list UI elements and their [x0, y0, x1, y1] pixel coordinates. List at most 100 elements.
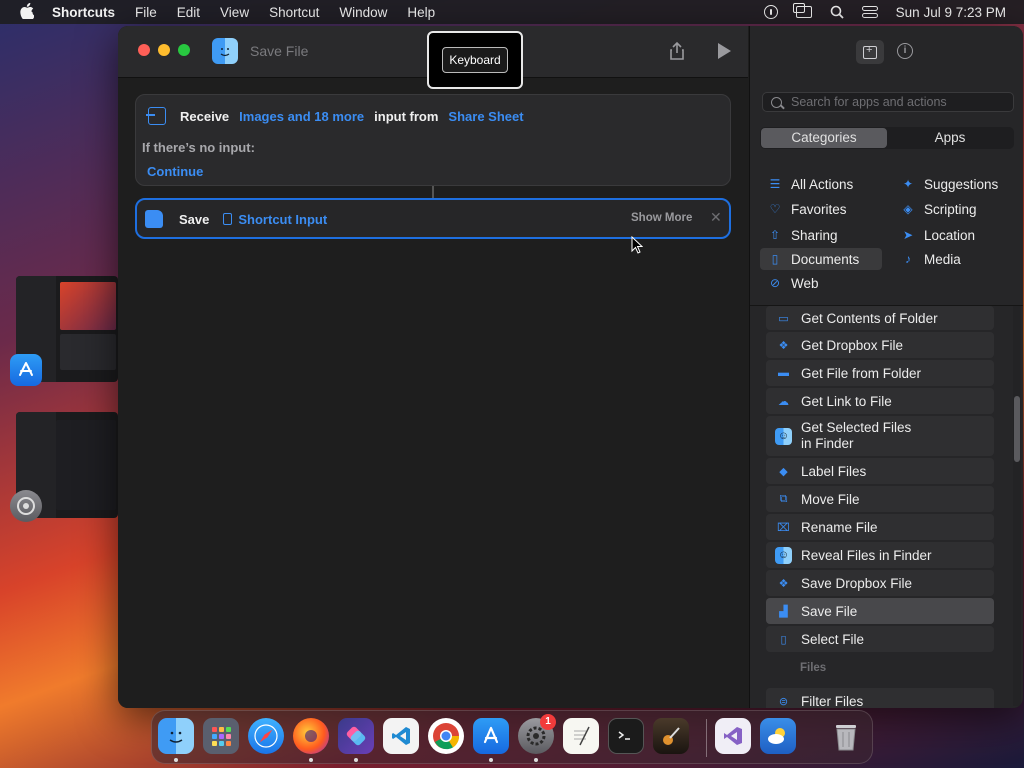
dock-separator — [706, 719, 707, 757]
receive-input-action[interactable]: Receive Images and 18 more input from Sh… — [135, 94, 731, 186]
dock-visual-studio[interactable] — [715, 718, 751, 754]
category-documents[interactable]: ▯ Documents — [760, 248, 882, 270]
cloud-icon: ☁ — [778, 395, 789, 408]
dock-system-settings[interactable]: 1 — [518, 714, 556, 754]
category-label: Media — [924, 251, 961, 267]
notification-badge: 1 — [540, 714, 556, 730]
action-label: Get Link to File — [801, 393, 892, 409]
category-web[interactable]: ⊘ Web — [760, 272, 819, 294]
dock-safari[interactable] — [248, 718, 284, 754]
menu-shortcut[interactable]: Shortcut — [269, 5, 319, 20]
dock-weather[interactable] — [760, 718, 796, 754]
action-label-files[interactable]: ◆ Label Files — [766, 458, 994, 484]
library-toolbar: i — [750, 26, 1023, 78]
share-icon[interactable] — [668, 41, 686, 61]
action-search-input[interactable] — [791, 95, 1001, 109]
zoom-window-button[interactable] — [178, 44, 190, 56]
action-select-file[interactable]: ▯ Select File — [766, 626, 994, 652]
action-get-dropbox-file[interactable]: ❖ Get Dropbox File — [766, 332, 994, 358]
dock-firefox[interactable] — [293, 718, 329, 754]
save-file-action[interactable]: Save Shortcut Input Show More ✕ — [135, 198, 731, 239]
shortcut-input-label: Shortcut Input — [238, 211, 328, 227]
document-icon: ▯ — [780, 633, 787, 646]
minimize-window-button[interactable] — [158, 44, 170, 56]
category-favorites[interactable]: ♡ Favorites — [760, 198, 847, 220]
action-save-dropbox-file[interactable]: ❖ Save Dropbox File — [766, 570, 994, 596]
action-label: Save Dropbox File — [801, 575, 913, 591]
control-center-icon[interactable] — [861, 6, 878, 18]
action-label: Label Files — [801, 463, 867, 479]
action-get-file-from-folder[interactable]: ▬ Get File from Folder — [766, 360, 994, 386]
dock-chrome[interactable] — [428, 718, 464, 754]
menu-clock[interactable]: Sun Jul 9 7:23 PM — [896, 5, 1006, 20]
menu-edit[interactable]: Edit — [177, 5, 200, 20]
category-scripting[interactable]: ◈ Scripting — [893, 198, 976, 220]
action-get-link-to-file[interactable]: ☁ Get Link to File — [766, 388, 994, 414]
category-sharing[interactable]: ⇧ Sharing — [760, 224, 838, 246]
shortcut-input-variable[interactable]: Shortcut Input — [223, 212, 327, 227]
dock-trash[interactable] — [828, 718, 864, 754]
action-rename-file[interactable]: ⌧ Rename File — [766, 514, 994, 540]
menu-help[interactable]: Help — [407, 5, 435, 20]
category-label: Favorites — [791, 201, 847, 217]
info-icon[interactable]: i — [897, 43, 913, 59]
compass-icon: ⊘ — [769, 276, 781, 290]
scrollbar-thumb[interactable] — [1014, 396, 1020, 462]
apple-menu-icon[interactable] — [18, 2, 36, 22]
category-label: Web — [791, 275, 819, 291]
dock-finder[interactable] — [158, 718, 194, 754]
dock-garageband[interactable] — [653, 718, 689, 754]
action-get-contents-of-folder[interactable]: ▭ Get Contents of Folder — [766, 306, 994, 330]
tab-categories[interactable]: Categories — [761, 128, 887, 148]
category-media[interactable]: ♪ Media — [893, 248, 961, 270]
tab-apps[interactable]: Apps — [887, 128, 1013, 148]
menu-app-name[interactable]: Shortcuts — [52, 5, 115, 20]
system-settings-thumbnail-icon[interactable] — [10, 490, 42, 522]
dock-terminal[interactable] — [608, 718, 644, 754]
running-indicator — [534, 758, 538, 762]
save-action-label: Save — [179, 211, 210, 227]
running-indicator — [174, 758, 178, 762]
accessibility-icon[interactable] — [763, 5, 778, 19]
sparkle-icon: ✦ — [902, 177, 914, 191]
no-input-continue-token[interactable]: Continue — [147, 164, 203, 179]
close-window-button[interactable] — [138, 44, 150, 56]
action-list-scrollbar[interactable] — [1013, 306, 1021, 706]
running-indicator — [489, 758, 493, 762]
dock-vscode[interactable] — [383, 718, 419, 754]
action-label: Select File — [801, 631, 865, 647]
search-icon[interactable] — [830, 5, 844, 19]
remove-action-icon[interactable]: ✕ — [710, 209, 722, 226]
action-get-selected-files-in-finder[interactable]: ☺ Get Selected Files in Finder — [766, 416, 994, 456]
category-suggestions[interactable]: ✦ Suggestions — [893, 173, 998, 195]
vscode-icon — [392, 727, 410, 745]
window-icon[interactable] — [792, 3, 812, 18]
action-label: Move File — [801, 491, 860, 507]
category-location[interactable]: ➤ Location — [893, 224, 975, 246]
action-library-icon[interactable] — [856, 40, 884, 64]
action-move-file[interactable]: ⧉ Move File — [766, 486, 994, 512]
run-shortcut-button[interactable] — [718, 43, 731, 59]
dock-app-store[interactable] — [473, 718, 509, 754]
editor-pane: Save File Receive Images and 18 more inp… — [118, 26, 748, 708]
action-search-field[interactable] — [762, 92, 1014, 112]
input-types-token[interactable]: Images and 18 more — [239, 109, 364, 124]
menu-window[interactable]: Window — [339, 5, 387, 20]
action-filter-files[interactable]: ⊜ Filter Files — [766, 688, 994, 708]
action-save-file[interactable]: ▟ Save File — [766, 598, 994, 624]
action-label: Get File from Folder — [801, 365, 922, 381]
dock-textedit[interactable] — [563, 718, 599, 754]
keyboard-tooltip: Keyboard — [427, 31, 523, 89]
menu-view[interactable]: View — [220, 5, 249, 20]
dock-shortcuts[interactable] — [338, 718, 374, 754]
action-reveal-files-in-finder[interactable]: ☺ Reveal Files in Finder — [766, 542, 994, 568]
input-source-token[interactable]: Share Sheet — [448, 109, 523, 124]
show-more-button[interactable]: Show More — [631, 212, 692, 224]
dock-launchpad[interactable] — [203, 718, 239, 754]
shortcut-title[interactable]: Save File — [250, 43, 308, 59]
app-store-thumbnail-icon[interactable] — [10, 354, 42, 386]
menu-file[interactable]: File — [135, 5, 157, 20]
shortcuts-icon — [346, 726, 366, 746]
action-label: Get Contents of Folder — [801, 310, 938, 326]
category-all-actions[interactable]: ☰ All Actions — [760, 173, 854, 195]
